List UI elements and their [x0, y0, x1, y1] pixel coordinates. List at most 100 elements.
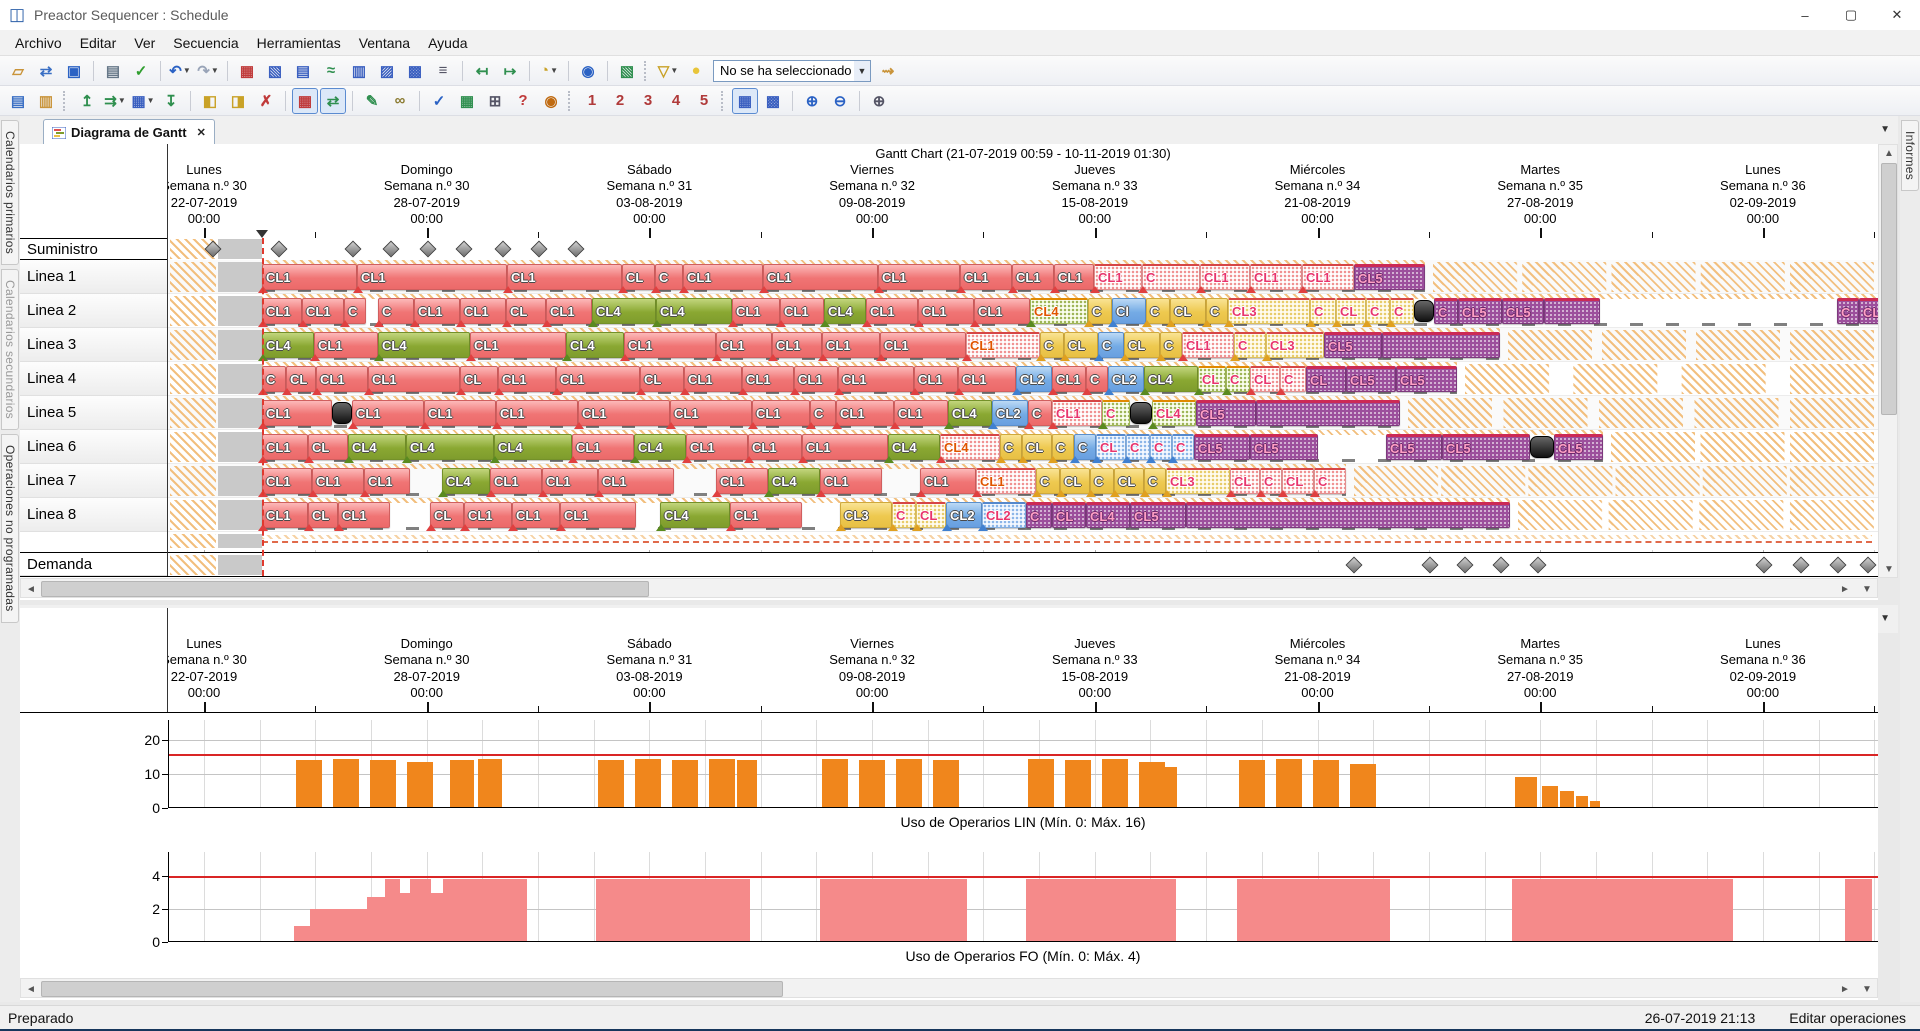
gantt-bar[interactable]: CL1 [598, 468, 674, 494]
gantt-bar[interactable]: CL1 [338, 502, 390, 528]
sidetab-operaciones-no-programadas[interactable]: Operaciones no programadas [1, 434, 19, 623]
gantt-bar[interactable]: CL4 [940, 434, 1000, 460]
gantt-bar[interactable]: CL1 [460, 298, 506, 324]
menu-ver[interactable]: Ver [125, 32, 164, 54]
gantt-bar[interactable]: CL1 [866, 298, 918, 324]
reload-schedule-button[interactable]: ⇄ [320, 87, 346, 114]
gantt-bar[interactable]: CL3 [1228, 298, 1310, 324]
sidetab-calendarios-secundarios[interactable]: Calendarios secundarios [1, 269, 19, 430]
undo-button[interactable]: ↶ ▼ [167, 58, 193, 84]
gantt-bar[interactable]: CL [308, 434, 348, 460]
gantt-tab-close-icon[interactable]: ✕ [197, 126, 206, 139]
status-action[interactable]: Editar operaciones [1789, 1010, 1906, 1026]
export-image-button[interactable]: ▧ [614, 58, 640, 84]
filter-button[interactable]: ▽ ▼ [655, 58, 681, 84]
gantt-bar[interactable]: CL4 [1086, 502, 1130, 528]
gantt-bar[interactable]: CL3 [1166, 468, 1230, 494]
zoom-in-button[interactable]: ⊕ [799, 88, 825, 114]
gantt-bar[interactable]: CL5 [1502, 298, 1544, 324]
supply-marker[interactable] [567, 240, 585, 258]
gantt-bar[interactable]: CL1 [507, 264, 622, 290]
gantt-bar[interactable]: CL4 [948, 400, 992, 426]
resource-label-linea-3[interactable]: Linea 3 [20, 328, 167, 362]
gantt-bar[interactable]: CL [1306, 366, 1346, 392]
gantt-bar[interactable]: CL1 [357, 264, 507, 290]
gantt-scroll-right-icon[interactable]: ► [1837, 581, 1853, 597]
gantt-bar[interactable]: CL1 [624, 332, 716, 358]
gantt-bar[interactable] [1382, 332, 1500, 358]
filter-combobox[interactable]: No se ha seleccionado ▼ [713, 59, 871, 82]
gantt-bar[interactable]: CL1 [820, 468, 882, 494]
gantt-bar[interactable]: CL1 [316, 366, 368, 392]
gantt-bar[interactable]: CL5 [1859, 298, 1878, 324]
validate-button[interactable]: ✓ [128, 58, 154, 84]
supply-marker[interactable] [270, 240, 288, 258]
gantt-bar[interactable]: CL5 [1196, 400, 1256, 426]
sequence-all-button[interactable]: ⇉ ▼ [102, 88, 128, 114]
menu-archivo[interactable]: Archivo [6, 32, 71, 54]
gantt-hscroll-thumb[interactable] [41, 581, 649, 597]
demand-marker[interactable] [1792, 556, 1810, 574]
print-button[interactable]: ▤ [100, 58, 126, 84]
demand-marker[interactable] [1529, 556, 1547, 574]
gantt-bar[interactable]: CL1 [498, 366, 556, 392]
gantt-bar[interactable]: CL1 [368, 366, 460, 392]
gantt-vscrollbar[interactable]: ▲ ▼ [1878, 144, 1898, 578]
gantt-bar[interactable]: CL5 [1354, 264, 1425, 290]
gantt-bar[interactable] [1256, 400, 1400, 426]
gantt-bar[interactable]: CL5 [1458, 298, 1502, 324]
rolldown-button[interactable]: ↦ [497, 58, 523, 84]
gantt-bar[interactable]: CL1 [772, 332, 822, 358]
gantt-bar[interactable]: CL1 [794, 366, 838, 392]
save-button[interactable]: ▣ [61, 58, 87, 84]
gantt-bar[interactable]: CL1 [918, 298, 974, 324]
unlock-button[interactable]: ✗ [253, 88, 279, 114]
plots-scroll-down-icon[interactable]: ▼ [1859, 981, 1875, 997]
gantt-bar[interactable]: CL1 [914, 366, 958, 392]
accept-button[interactable]: ✓ [426, 88, 452, 114]
gantt-bar[interactable]: CL1 [1200, 264, 1250, 290]
table-view-button[interactable]: ▦ [732, 87, 758, 114]
gantt-bar[interactable]: CL3 [1266, 332, 1324, 358]
supply-marker[interactable] [419, 240, 437, 258]
tool-3-button[interactable]: 3 [635, 88, 661, 114]
menu-secuencia[interactable]: Secuencia [164, 32, 247, 54]
highlight-off-button[interactable]: ◔ ▼ [536, 58, 562, 84]
gantt-bar[interactable] [332, 402, 352, 424]
gantt-bar[interactable]: CL4 [566, 332, 624, 358]
gantt-bar[interactable]: CL1 [556, 366, 640, 392]
demand-marker[interactable] [1345, 556, 1363, 574]
plots-scroll-right-icon[interactable]: ► [1837, 981, 1853, 997]
calculator-button[interactable]: ⊞ [482, 88, 508, 114]
format-painter-button[interactable]: ⇝ [875, 58, 901, 84]
gantt-bar[interactable]: CL1 [1250, 264, 1302, 290]
view-board-button[interactable]: ▨ [374, 58, 400, 84]
gantt-bar[interactable] [1130, 402, 1152, 424]
gantt-bar[interactable]: CL [640, 366, 684, 392]
colors-button[interactable]: ◉ [538, 88, 564, 114]
gantt-bar[interactable]: CL4 [494, 434, 572, 460]
supply-marker[interactable] [382, 240, 400, 258]
gantt-bar[interactable]: CL1 [802, 434, 888, 460]
gantt-bar[interactable]: CL1 [958, 366, 1016, 392]
sidetab-calendarios-primarios[interactable]: Calendarios primarios [1, 120, 19, 266]
gantt-bar[interactable]: CL1 [1182, 332, 1234, 358]
gantt-bar[interactable]: CL5 [1250, 434, 1318, 460]
resource-label-linea-7[interactable]: Linea 7 [20, 464, 167, 498]
gantt-bar[interactable]: C [1142, 264, 1200, 290]
gantt-bar[interactable]: C [1837, 298, 1859, 324]
view-plot-button[interactable]: ≈ [318, 58, 344, 84]
tool-5-button[interactable]: 5 [691, 88, 717, 114]
gantt-vscroll-thumb[interactable] [1881, 163, 1897, 415]
demand-marker[interactable] [1492, 556, 1510, 574]
menu-editar[interactable]: Editar [71, 32, 126, 54]
gantt-bar[interactable]: CL1 [364, 468, 410, 494]
gantt-bar[interactable]: CL4 [378, 332, 470, 358]
gantt-bar[interactable]: CL4 [888, 434, 940, 460]
gantt-tablist-dropdown-icon[interactable]: ▼ [1880, 124, 1890, 135]
gantt-bar[interactable]: CL4 [1030, 298, 1088, 324]
gantt-bar[interactable]: CL4 [406, 434, 494, 460]
query-button[interactable]: ? [510, 88, 536, 114]
gantt-bar[interactable]: CL1 [920, 468, 976, 494]
gantt-bar[interactable]: CL1 [838, 366, 914, 392]
